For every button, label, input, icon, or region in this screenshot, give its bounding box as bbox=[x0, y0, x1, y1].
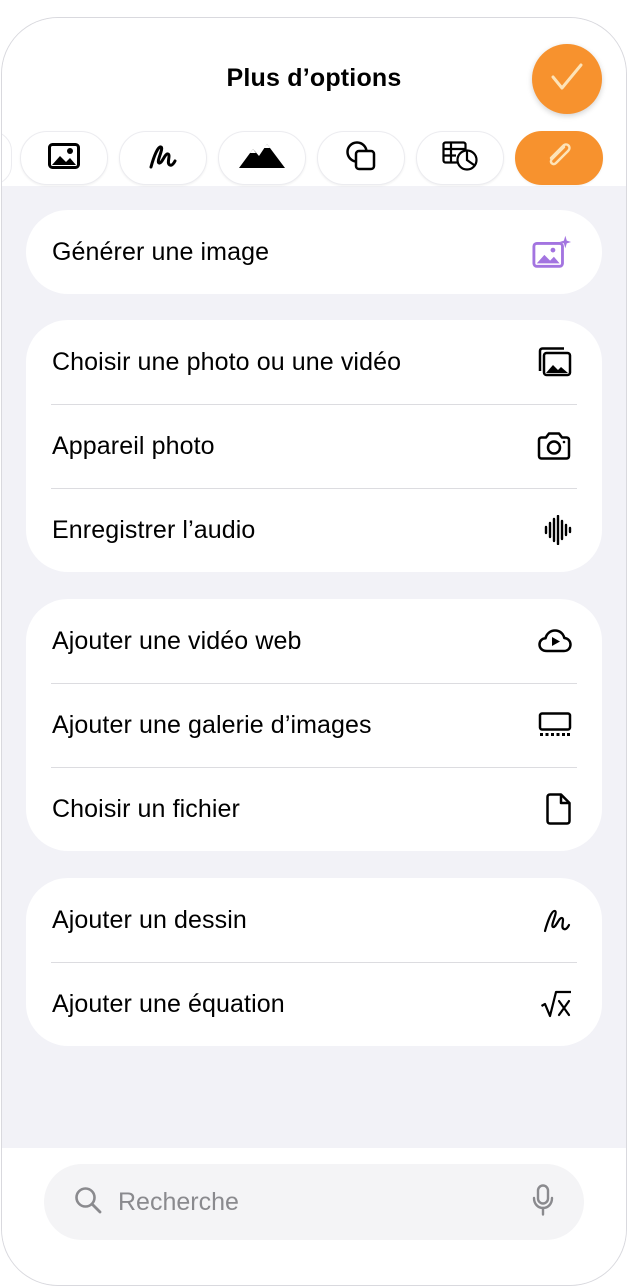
toolbar-item-table-chart[interactable] bbox=[416, 131, 504, 185]
photo-icon bbox=[48, 142, 80, 174]
shapes-icon bbox=[345, 140, 377, 177]
photo-library-icon bbox=[532, 342, 572, 382]
toolbar-item-photo[interactable] bbox=[20, 131, 108, 185]
mountains-icon bbox=[238, 143, 286, 174]
option-label: Ajouter un dessin bbox=[52, 905, 247, 934]
option-add-equation[interactable]: Ajouter une équation bbox=[26, 962, 602, 1046]
option-add-drawing[interactable]: Ajouter un dessin bbox=[26, 878, 602, 962]
option-add-web-video[interactable]: Ajouter une vidéo web bbox=[26, 599, 602, 683]
option-label: Ajouter une équation bbox=[52, 989, 285, 1018]
option-record-audio[interactable]: Enregistrer l’audio bbox=[26, 488, 602, 572]
options-group-insert: Ajouter un dessin Ajouter une équation bbox=[26, 878, 602, 1046]
toolbar-item-shapes[interactable] bbox=[317, 131, 405, 185]
camera-icon bbox=[532, 426, 572, 466]
paperclip-icon bbox=[544, 141, 574, 176]
option-generate-image[interactable]: Générer une image bbox=[26, 210, 602, 294]
gallery-icon bbox=[532, 705, 572, 745]
document-icon bbox=[532, 789, 572, 829]
more-options-sheet: Plus d’options Générer une image Choisir… bbox=[2, 18, 626, 1285]
toolbar-item-drawing[interactable] bbox=[119, 131, 207, 185]
option-choose-photo-video[interactable]: Choisir une photo ou une vidéo bbox=[26, 320, 602, 404]
toolbar-item-media[interactable] bbox=[218, 131, 306, 185]
cloud-play-icon bbox=[532, 621, 572, 661]
search-area: Recherche bbox=[2, 1148, 626, 1285]
option-choose-file[interactable]: Choisir un fichier bbox=[26, 767, 602, 851]
square-root-icon bbox=[532, 984, 572, 1024]
search-field[interactable]: Recherche bbox=[44, 1164, 584, 1240]
waveform-icon bbox=[532, 510, 572, 550]
checkmark-icon bbox=[550, 62, 584, 97]
insert-toolbar bbox=[2, 131, 626, 185]
scribble-icon bbox=[532, 900, 572, 940]
toolbar-item-attachment[interactable] bbox=[515, 131, 603, 185]
option-label: Générer une image bbox=[52, 237, 270, 266]
option-label: Appareil photo bbox=[52, 431, 215, 460]
options-group-capture: Choisir une photo ou une vidéo Appareil … bbox=[26, 320, 602, 572]
options-group-add: Ajouter une vidéo web Ajouter une galeri… bbox=[26, 599, 602, 851]
image-sparkle-icon bbox=[532, 232, 572, 272]
microphone-icon[interactable] bbox=[532, 1183, 554, 1221]
confirm-button[interactable] bbox=[532, 44, 602, 114]
option-camera[interactable]: Appareil photo bbox=[26, 404, 602, 488]
option-add-image-gallery[interactable]: Ajouter une galerie d’images bbox=[26, 683, 602, 767]
search-icon bbox=[74, 1186, 102, 1219]
option-label: Choisir un fichier bbox=[52, 794, 240, 823]
option-label: Choisir une photo ou une vidéo bbox=[52, 347, 402, 376]
table-chart-icon bbox=[442, 140, 478, 176]
sheet-header: Plus d’options bbox=[2, 18, 626, 186]
search-input[interactable]: Recherche bbox=[118, 1188, 532, 1217]
option-label: Ajouter une galerie d’images bbox=[52, 710, 372, 739]
options-group-generate: Générer une image bbox=[26, 210, 602, 294]
option-label: Enregistrer l’audio bbox=[52, 515, 256, 544]
option-label: Ajouter une vidéo web bbox=[52, 626, 302, 655]
toolbar-item-partial[interactable] bbox=[2, 131, 12, 185]
drawing-icon bbox=[148, 142, 178, 175]
